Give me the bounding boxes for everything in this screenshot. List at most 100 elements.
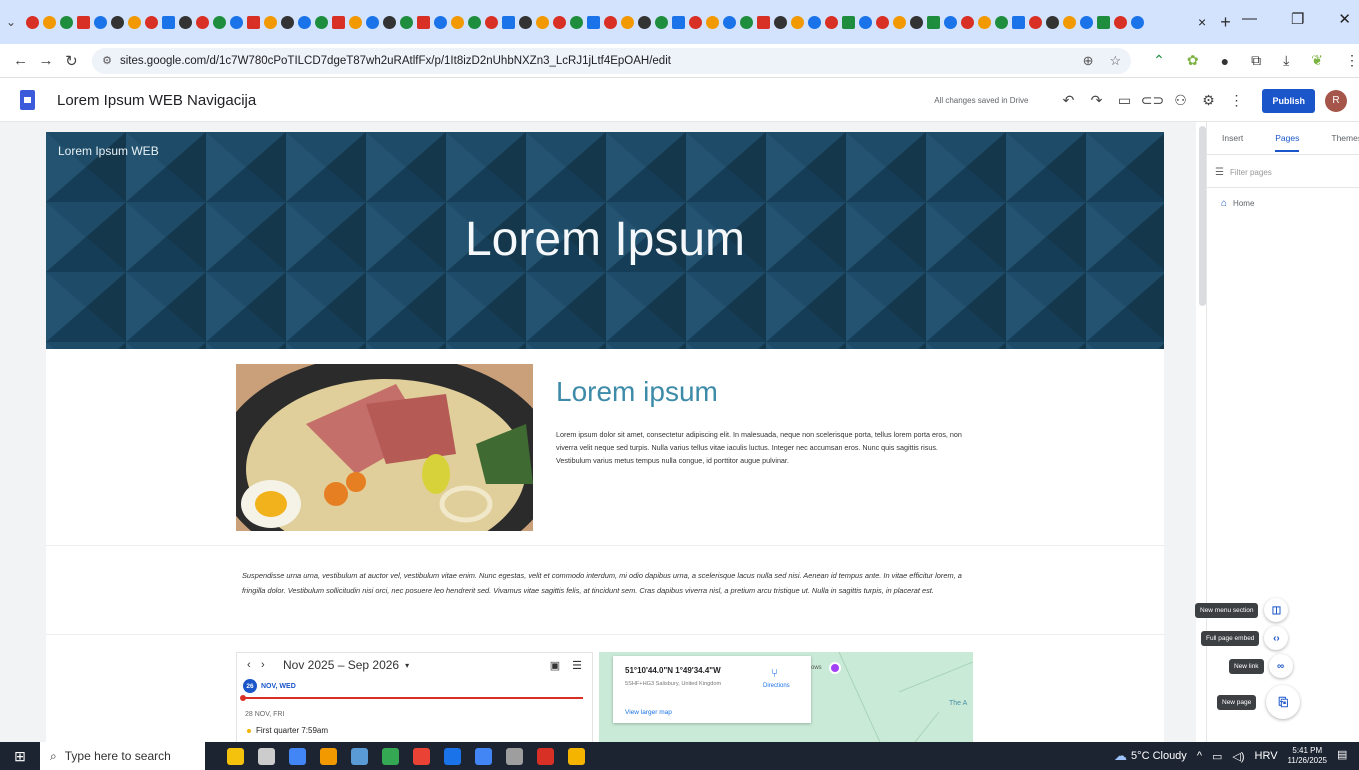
link-icon[interactable]: ∞ (1268, 654, 1293, 678)
tab-favicon[interactable] (689, 15, 702, 29)
taskbar-search-box[interactable]: ⌕ Type here to search (40, 742, 205, 770)
reload-icon[interactable]: ↻ (59, 52, 84, 70)
tab-favicon[interactable] (179, 15, 192, 29)
tab-favicon[interactable] (808, 15, 821, 29)
tab-favicon[interactable] (995, 15, 1008, 29)
calendar-embed[interactable]: ‹ › Nov 2025 – Sep 2026 ▾ ▣ ☰ 26 NOV, WE… (236, 652, 593, 742)
taskbar-app-icon[interactable] (227, 747, 244, 765)
back-icon[interactable]: ← (8, 52, 33, 69)
publish-button[interactable]: Publish (1262, 88, 1315, 113)
extensions-puzzle-icon[interactable]: ⧉ (1251, 52, 1261, 69)
filter-pages-placeholder[interactable]: Filter pages (1230, 168, 1272, 177)
tab-favicon[interactable] (1114, 15, 1127, 29)
taskbar-app-icon[interactable] (351, 747, 368, 765)
minimize-icon[interactable]: — (1242, 10, 1257, 28)
tab-insert[interactable]: Insert (1222, 133, 1243, 143)
windows-start-icon[interactable]: ⊞ (0, 748, 40, 765)
tab-favicon[interactable] (536, 15, 549, 29)
profile-icon[interactable]: ❦ (1311, 52, 1323, 69)
tab-favicon[interactable] (757, 15, 770, 29)
tab-favicon[interactable] (604, 15, 617, 29)
browser-menu-icon[interactable]: ⋮ (1345, 52, 1359, 69)
new-tab-button[interactable]: + (1220, 12, 1231, 33)
tab-favicon[interactable] (723, 15, 736, 29)
tab-favicon[interactable] (1097, 15, 1110, 29)
taskbar-app-icon[interactable] (568, 747, 585, 765)
tab-favicon[interactable] (842, 15, 855, 29)
section-body-text[interactable]: Lorem ipsum dolor sit amet, consectetur … (556, 429, 966, 467)
undo-icon[interactable]: ↶ (1054, 92, 1082, 109)
weather-widget[interactable]: ☁ 5°C Cloudy (1114, 748, 1187, 764)
taskbar-app-icon[interactable] (413, 747, 430, 765)
tab-favicon[interactable] (417, 15, 430, 29)
tab-favicon[interactable] (264, 15, 277, 29)
tab-favicon[interactable] (77, 15, 90, 29)
new-page-item[interactable]: New page ⎘ (1217, 685, 1301, 719)
tray-chevron-icon[interactable]: ^ (1197, 750, 1202, 762)
taskbar-app-icon[interactable] (537, 747, 554, 765)
page-item-home[interactable]: ⌂ Home (1207, 198, 1359, 209)
section-heading[interactable]: Lorem ipsum (556, 376, 718, 408)
map-embed[interactable]: 51°10'44.0"N 1°49'34.4"W 5SHF+HG3 Salisb… (599, 652, 973, 742)
tab-search-icon[interactable]: ⌄ (0, 15, 22, 29)
notification-icon[interactable]: ▤ (1337, 748, 1353, 764)
tab-favicon[interactable] (485, 15, 498, 29)
input-language[interactable]: HRV (1255, 750, 1278, 762)
user-avatar[interactable]: R (1325, 89, 1347, 112)
tab-favicon[interactable] (94, 15, 107, 29)
forward-icon[interactable]: → (33, 52, 58, 69)
tab-favicon[interactable] (298, 15, 311, 29)
tab-favicon[interactable] (366, 15, 379, 29)
tab-favicon[interactable] (502, 15, 515, 29)
taskbar-app-icon[interactable] (444, 747, 461, 765)
tab-favicon[interactable] (944, 15, 957, 29)
calendar-prev-icon[interactable]: ‹ (247, 659, 261, 671)
redo-icon[interactable]: ↷ (1082, 92, 1110, 109)
tab-favicon[interactable] (43, 15, 56, 29)
tab-favicon[interactable] (859, 15, 872, 29)
taskbar-app-icon[interactable] (382, 747, 399, 765)
tab-themes[interactable]: Themes (1331, 133, 1359, 143)
tab-favicon[interactable] (1131, 15, 1144, 29)
calendar-view-icon[interactable]: ☰ (572, 659, 582, 672)
volume-icon[interactable]: ◁) (1232, 750, 1244, 763)
site-info-icon[interactable]: ⚙ (102, 54, 112, 67)
embed-code-icon[interactable]: ‹› (1264, 626, 1289, 650)
tab-favicon[interactable] (1046, 15, 1059, 29)
tab-favicon[interactable] (383, 15, 396, 29)
tab-favicon[interactable] (587, 15, 600, 29)
calendar-event[interactable]: First quarter 7:59am (237, 726, 592, 735)
directions-link[interactable]: Directions (763, 683, 790, 689)
zoom-icon[interactable]: ⊕ (1083, 53, 1094, 69)
tab-favicon[interactable] (553, 15, 566, 29)
tab-favicon[interactable] (162, 15, 175, 29)
extension-icon[interactable]: ✿ (1187, 52, 1199, 69)
tab-favicon[interactable] (706, 15, 719, 29)
tab-favicon[interactable] (638, 15, 651, 29)
filter-pages[interactable]: ☰ Filter pages (1207, 163, 1359, 181)
tab-favicon[interactable] (791, 15, 804, 29)
header-banner[interactable]: Lorem Ipsum WEB Lorem Ipsum (46, 132, 1164, 349)
filter-icon[interactable]: ☰ (1215, 167, 1224, 178)
tab-favicon[interactable] (1063, 15, 1076, 29)
italic-paragraph[interactable]: Suspendisse urna urna, vestibulum at auc… (242, 568, 967, 598)
tab-favicon[interactable] (570, 15, 583, 29)
tab-favicon[interactable] (672, 15, 685, 29)
share-icon[interactable]: ⚇ (1166, 92, 1194, 109)
tab-favicon[interactable] (60, 15, 73, 29)
tab-pages[interactable]: Pages (1275, 133, 1300, 152)
tab-favicon[interactable] (332, 15, 345, 29)
settings-gear-icon[interactable]: ⚙ (1194, 92, 1222, 109)
tab-favicon[interactable] (213, 15, 226, 29)
taskbar-clock[interactable]: 5:41 PM 11/26/2025 (1288, 746, 1327, 766)
tab-favicon[interactable] (825, 15, 838, 29)
tab-favicon[interactable] (876, 15, 889, 29)
tab-favicon[interactable] (349, 15, 362, 29)
calendar-print-icon[interactable]: ▣ (550, 659, 560, 672)
site-name[interactable]: Lorem Ipsum WEB (58, 144, 159, 158)
taskbar-app-icon[interactable] (258, 747, 275, 765)
tab-favicon[interactable] (1080, 15, 1093, 29)
tab-favicon[interactable] (621, 15, 634, 29)
tab-favicon[interactable] (468, 15, 481, 29)
close-tab-icon[interactable]: × (1198, 14, 1206, 30)
